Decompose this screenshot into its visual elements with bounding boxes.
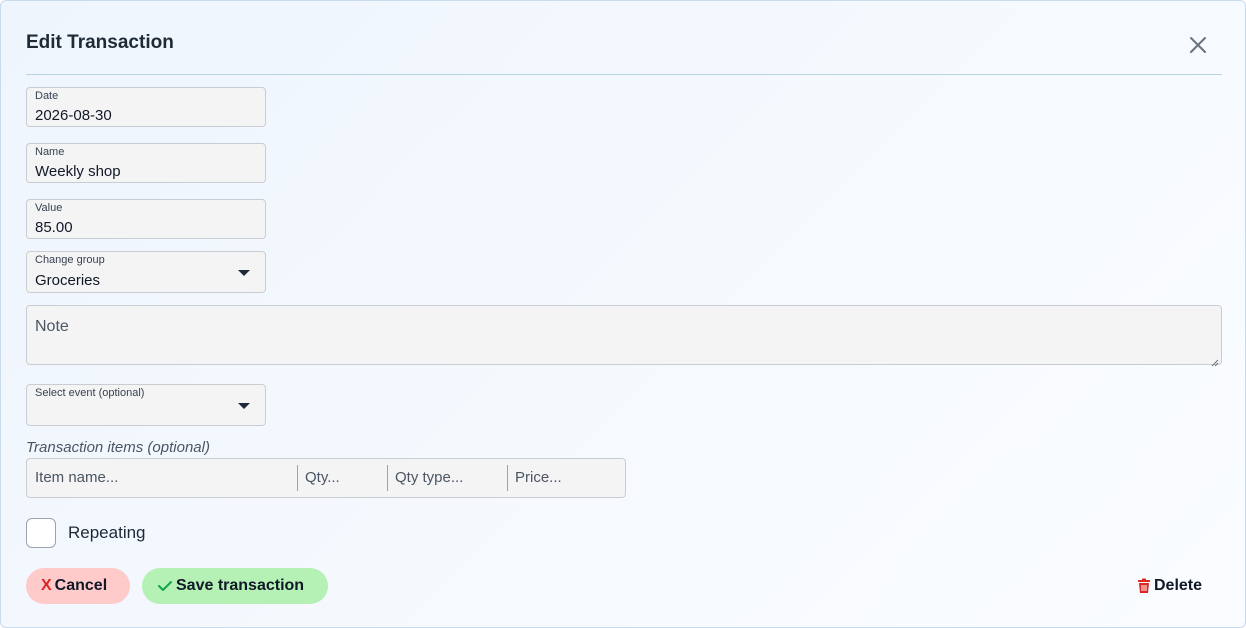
change-group-select[interactable]: Change group Groceries: [26, 251, 266, 293]
item-name-input[interactable]: Item name...: [27, 459, 297, 497]
value-value: 85.00: [35, 219, 73, 236]
value-label: Value: [35, 202, 63, 214]
name-value: Weekly shop: [35, 163, 121, 180]
edit-transaction-dialog: Edit Transaction Date 2026-08-30 Name We…: [0, 0, 1246, 628]
resize-handle-icon[interactable]: [1211, 354, 1219, 367]
dialog-title: Edit Transaction: [26, 32, 174, 53]
date-field[interactable]: Date 2026-08-30: [26, 87, 266, 127]
event-label: Select event (optional): [35, 387, 145, 399]
delete-label: Delete: [1154, 577, 1203, 594]
date-value: 2026-08-30: [35, 107, 112, 124]
caret-down-icon: [238, 403, 250, 409]
check-icon: [157, 579, 173, 593]
cancel-label: Cancel: [54, 577, 108, 594]
save-transaction-button[interactable]: Save transaction: [142, 568, 328, 604]
name-label: Name: [35, 146, 65, 158]
repeating-label: Repeating: [68, 523, 146, 542]
delete-button[interactable]: Delete: [1131, 568, 1221, 604]
item-qty-input[interactable]: Qty...: [297, 459, 387, 497]
save-label: Save transaction: [176, 577, 305, 594]
caret-down-icon: [238, 270, 250, 276]
transaction-items-row: Item name... Qty... Qty type... Price...: [26, 458, 626, 498]
item-qty-type-input[interactable]: Qty type...: [387, 459, 507, 497]
value-field[interactable]: Value 85.00: [26, 199, 266, 239]
change-group-value: Groceries: [35, 272, 101, 289]
x-icon: X: [41, 577, 52, 594]
cancel-button[interactable]: X Cancel: [26, 568, 130, 604]
transaction-items-label: Transaction items (optional): [26, 439, 210, 456]
note-textarea[interactable]: Note: [26, 305, 1222, 367]
title-divider: [26, 74, 1222, 75]
name-field[interactable]: Name Weekly shop: [26, 143, 266, 183]
note-placeholder: Note: [35, 318, 69, 335]
item-price-input[interactable]: Price...: [507, 459, 625, 497]
trash-icon: [1137, 578, 1151, 594]
repeating-checkbox[interactable]: [26, 518, 56, 548]
event-select[interactable]: Select event (optional): [26, 384, 266, 426]
change-group-label: Change group: [35, 254, 105, 266]
close-icon[interactable]: [1185, 32, 1211, 58]
date-label: Date: [35, 90, 59, 102]
